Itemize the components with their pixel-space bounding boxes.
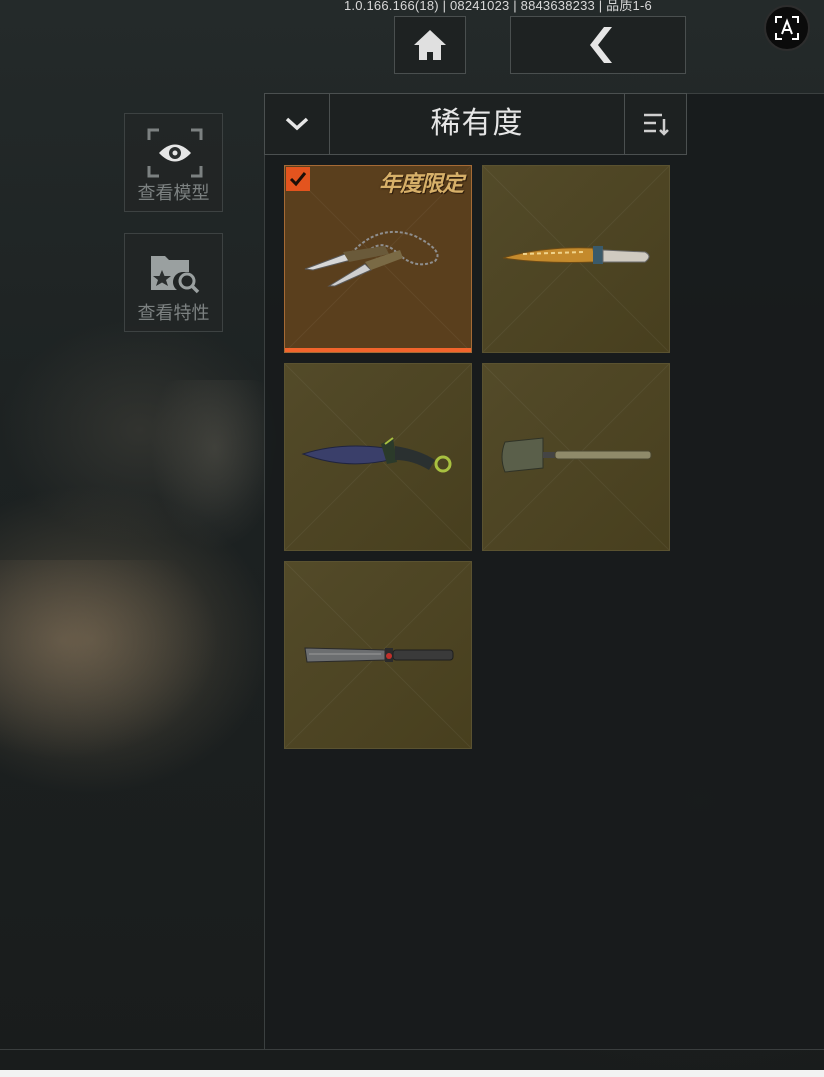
chevron-down-icon [285, 117, 309, 131]
divider [0, 1049, 824, 1050]
version-info: 1.0.166.166(18) | 08241023 | 8843638233 … [344, 0, 652, 13]
checkbox-checked-icon [286, 167, 310, 191]
weapon-slot-karambit[interactable] [284, 363, 472, 551]
dropdown-button[interactable] [265, 94, 329, 154]
home-icon [414, 30, 446, 60]
weapon-slot-shovel[interactable] [482, 363, 670, 551]
back-chevron-icon [590, 27, 612, 63]
bottom-edge [0, 1070, 824, 1077]
view-features-button[interactable]: 查看特性 [124, 233, 223, 332]
weapon-slot-kunai[interactable]: 年度限定 [284, 165, 472, 353]
feature-search-icon [151, 256, 200, 294]
annual-limited-badge: 年度限定 [378, 171, 464, 197]
weapon-slot-machete[interactable] [284, 561, 472, 749]
background-rock [0, 560, 220, 760]
karambit-icon [301, 437, 452, 473]
shovel-icon [501, 437, 652, 473]
background-rock [150, 380, 280, 550]
view-features-label: 查看特性 [137, 303, 210, 324]
home-button[interactable] [394, 16, 466, 74]
machete-icon [304, 647, 454, 663]
view-model-label: 查看模型 [137, 183, 210, 204]
accessibility-button[interactable] [764, 5, 810, 51]
knife-icon [502, 246, 650, 264]
weapon-slot-golden-knife[interactable] [482, 165, 670, 353]
view-model-button[interactable]: 查看模型 [124, 113, 223, 212]
sort-icon [643, 113, 669, 136]
eye-icon [147, 128, 203, 178]
rarity-sort-title[interactable]: 稀有度 [330, 94, 624, 154]
back-button[interactable] [510, 16, 686, 74]
filter-bar: 稀有度 [264, 93, 687, 155]
sort-button[interactable] [625, 94, 686, 154]
text-recognition-icon [775, 16, 799, 40]
